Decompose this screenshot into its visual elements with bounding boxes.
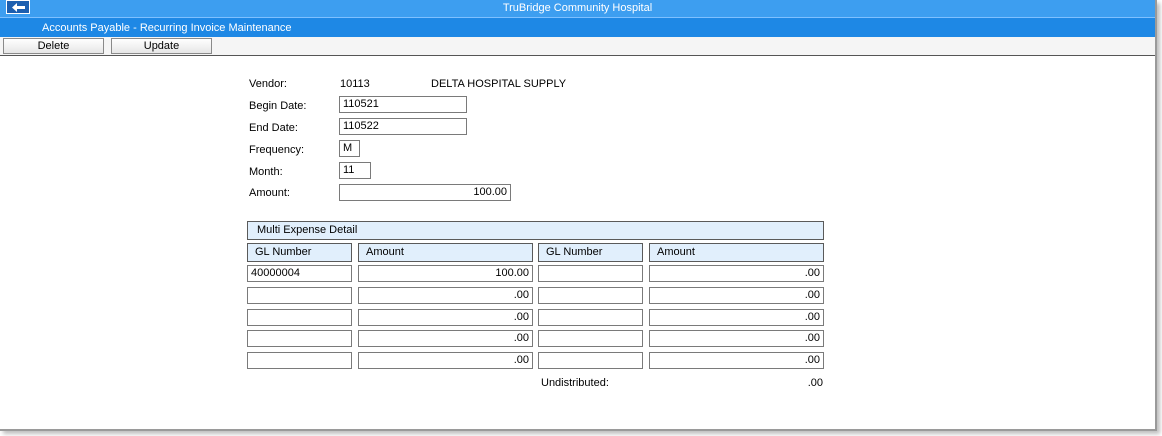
month-label: Month: [249, 166, 283, 178]
screen-title: Accounts Payable - Recurring Invoice Mai… [0, 17, 1155, 37]
frequency-label: Frequency: [249, 144, 305, 156]
app-window: TruBridge Community Hospital Accounts Pa… [0, 0, 1157, 431]
amount-cell[interactable]: .00 [649, 265, 824, 282]
amount-header-1: Amount [358, 243, 533, 262]
gl-number-cell[interactable] [538, 352, 643, 369]
back-button[interactable] [6, 0, 30, 14]
title-bar: TruBridge Community Hospital [0, 0, 1155, 17]
multi-expense-detail-header: Multi Expense Detail [247, 221, 824, 240]
amount-cell[interactable]: .00 [358, 309, 533, 326]
amount-cell[interactable]: .00 [358, 287, 533, 304]
undistributed-label: Undistributed: [541, 377, 609, 389]
vendor-number: 10113 [340, 78, 370, 90]
vendor-name: DELTA HOSPITAL SUPPLY [431, 78, 567, 90]
toolbar: Delete Update [0, 37, 1155, 56]
window-title: TruBridge Community Hospital [502, 2, 653, 14]
amount-cell[interactable]: .00 [649, 309, 824, 326]
gl-number-cell[interactable] [247, 287, 352, 304]
gl-number-cell[interactable] [247, 309, 352, 326]
amount-field[interactable]: 100.00 [339, 184, 511, 201]
gl-number-cell[interactable] [538, 309, 643, 326]
delete-button[interactable]: Delete [3, 38, 104, 54]
amount-cell[interactable]: .00 [649, 352, 824, 369]
begin-date-field[interactable]: 110521 [339, 96, 467, 113]
begin-date-label: Begin Date: [249, 100, 307, 112]
amount-cell[interactable]: .00 [358, 330, 533, 347]
amount-cell[interactable]: .00 [649, 287, 824, 304]
gl-number-cell[interactable] [538, 265, 643, 282]
update-button[interactable]: Update [111, 38, 212, 54]
gl-number-cell[interactable] [247, 352, 352, 369]
end-date-label: End Date: [249, 122, 298, 134]
undistributed-value: .00 [807, 377, 823, 389]
amount-cell[interactable]: .00 [358, 352, 533, 369]
frequency-field[interactable]: M [339, 140, 360, 157]
gl-number-header-2: GL Number [538, 243, 643, 262]
gl-number-cell[interactable] [247, 330, 352, 347]
gl-number-header-1: GL Number [247, 243, 352, 262]
amount-cell[interactable]: 100.00 [358, 265, 533, 282]
end-date-field[interactable]: 110522 [339, 118, 467, 135]
month-field[interactable]: 11 [339, 162, 371, 179]
amount-header-2: Amount [649, 243, 824, 262]
amount-cell[interactable]: .00 [649, 330, 824, 347]
gl-number-cell[interactable] [538, 287, 643, 304]
gl-number-cell[interactable]: 40000004 [247, 265, 352, 282]
back-arrow-icon [12, 3, 25, 12]
amount-label: Amount: [249, 187, 290, 199]
gl-number-cell[interactable] [538, 330, 643, 347]
vendor-label: Vendor: [249, 78, 287, 90]
